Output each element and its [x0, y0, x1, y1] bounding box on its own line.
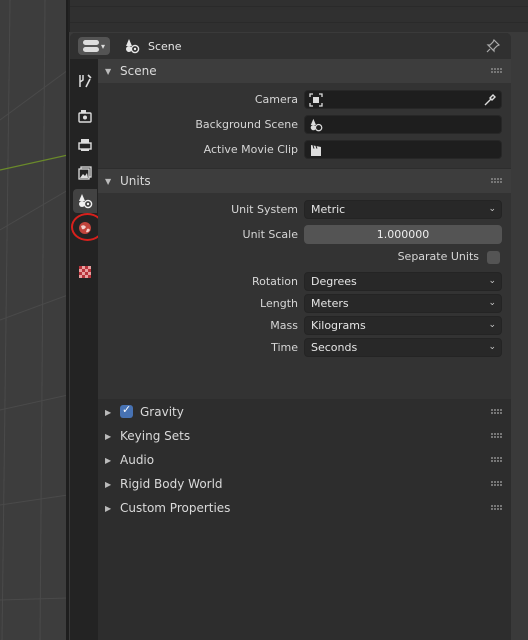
- chevron-down-icon: ⌄: [488, 342, 496, 352]
- scene-icon: [79, 194, 93, 209]
- properties-tabs: [70, 59, 104, 640]
- drag-grip-icon[interactable]: [491, 68, 503, 74]
- length-value: Meters: [311, 297, 349, 310]
- drag-grip-icon[interactable]: [491, 433, 503, 439]
- texture-icon: [79, 266, 91, 278]
- view-layer-icon: [78, 166, 92, 180]
- area-separator[interactable]: [66, 0, 69, 640]
- camera-object-icon: [309, 92, 323, 107]
- tab-view-layer[interactable]: [73, 161, 97, 185]
- tool-icon: [79, 74, 92, 88]
- units-panel-title: Units: [120, 174, 151, 188]
- drag-grip-icon[interactable]: [491, 178, 503, 184]
- gravity-checkbox[interactable]: [120, 403, 133, 418]
- scene-panel-header[interactable]: ▼ Scene: [98, 59, 511, 83]
- mass-dropdown[interactable]: Kilograms ⌄: [304, 316, 502, 335]
- top-area: [68, 0, 528, 32]
- units-panel-header[interactable]: ▼ Units: [98, 169, 511, 193]
- drag-grip-icon[interactable]: [491, 481, 503, 487]
- active-movie-clip-label: Active Movie Clip: [203, 143, 298, 156]
- background-scene-field[interactable]: [304, 115, 502, 134]
- expanded-triangle-icon: ▼: [105, 176, 112, 186]
- right-area-edge: [511, 32, 528, 640]
- pin-icon[interactable]: [485, 38, 501, 54]
- mass-value: Kilograms: [311, 319, 366, 332]
- editor-type-button[interactable]: ▾: [78, 37, 110, 55]
- rotation-label: Rotation: [251, 275, 298, 288]
- chevron-down-icon: ⌄: [488, 276, 496, 286]
- collapsed-triangle-icon: ▶: [105, 479, 112, 489]
- keying-sets-panel-header[interactable]: ▶ Keying Sets: [98, 424, 511, 448]
- 3d-viewport[interactable]: [0, 0, 68, 640]
- tab-output[interactable]: [73, 133, 97, 157]
- properties-editor-icon: [82, 40, 99, 52]
- gravity-panel-title: Gravity: [140, 405, 184, 419]
- chevron-down-icon: ▾: [100, 41, 105, 51]
- audio-panel-title: Audio: [120, 453, 155, 467]
- unit-scale-field[interactable]: 1.000000: [304, 225, 502, 244]
- separate-units-label: Separate Units: [397, 250, 479, 263]
- rotation-dropdown[interactable]: Degrees ⌄: [304, 272, 502, 291]
- rigid-body-world-panel-title: Rigid Body World: [120, 477, 223, 491]
- eyedropper-icon[interactable]: [483, 93, 497, 107]
- gravity-panel-header[interactable]: ▶ Gravity: [98, 400, 511, 424]
- context-label: Scene: [148, 39, 182, 53]
- drag-grip-icon[interactable]: [491, 505, 503, 511]
- time-dropdown[interactable]: Seconds ⌄: [304, 338, 502, 357]
- output-icon: [78, 139, 92, 151]
- active-movie-clip-field[interactable]: [304, 140, 502, 159]
- unit-system-value: Metric: [311, 203, 346, 216]
- drag-grip-icon[interactable]: [491, 409, 503, 415]
- scene-panel-title: Scene: [120, 64, 157, 78]
- audio-panel-header[interactable]: ▶ Audio: [98, 448, 511, 472]
- tab-render[interactable]: [73, 104, 97, 128]
- viewport-grid: [0, 0, 68, 640]
- drag-grip-icon[interactable]: [491, 457, 503, 463]
- tab-scene[interactable]: [73, 189, 97, 213]
- tab-world[interactable]: [73, 216, 97, 240]
- chevron-down-icon: ⌄: [488, 204, 496, 214]
- time-value: Seconds: [311, 341, 358, 354]
- collapsed-triangle-icon: ▶: [105, 407, 112, 417]
- separate-units-checkbox[interactable]: [487, 251, 500, 264]
- scene-panel-body: Camera Background Scene Active Movie Cli…: [98, 83, 511, 168]
- background-scene-label: Background Scene: [195, 118, 298, 131]
- unit-scale-label: Unit Scale: [242, 228, 298, 241]
- length-label: Length: [260, 297, 298, 310]
- scene-icon: [126, 39, 140, 54]
- mass-label: Mass: [270, 319, 298, 332]
- world-icon: [79, 222, 91, 234]
- custom-properties-panel-title: Custom Properties: [120, 501, 231, 515]
- context-breadcrumb: Scene: [124, 38, 182, 54]
- chevron-down-icon: ⌄: [488, 320, 496, 330]
- unit-system-dropdown[interactable]: Metric ⌄: [304, 200, 502, 219]
- length-dropdown[interactable]: Meters ⌄: [304, 294, 502, 313]
- units-panel-body: Unit System Metric ⌄ Unit Scale 1.000000…: [98, 193, 511, 399]
- rigid-body-world-panel-header[interactable]: ▶ Rigid Body World: [98, 472, 511, 496]
- scene-icon: [310, 118, 323, 131]
- chevron-down-icon: ⌄: [488, 298, 496, 308]
- camera-field[interactable]: [304, 90, 502, 109]
- properties-content: ▼ Scene Camera Background Scene Active M…: [98, 59, 511, 640]
- unit-system-label: Unit System: [231, 203, 298, 216]
- rotation-value: Degrees: [311, 275, 357, 288]
- collapsed-triangle-icon: ▶: [105, 503, 112, 513]
- keying-sets-panel-title: Keying Sets: [120, 429, 191, 443]
- tab-texture[interactable]: [73, 260, 97, 284]
- collapsed-triangle-icon: ▶: [105, 431, 112, 441]
- movie-clip-icon: [311, 144, 321, 156]
- properties-editor: ▾ Scene ▼ Scene Camera Background Scene …: [70, 33, 511, 640]
- tab-tool[interactable]: [73, 69, 97, 93]
- custom-properties-panel-header[interactable]: ▶ Custom Properties: [98, 496, 511, 520]
- properties-header: ▾ Scene: [70, 33, 511, 59]
- unit-scale-value: 1.000000: [376, 228, 430, 241]
- camera-label: Camera: [254, 93, 298, 106]
- render-icon: [78, 110, 92, 123]
- expanded-triangle-icon: ▼: [105, 66, 112, 76]
- collapsed-triangle-icon: ▶: [105, 455, 112, 465]
- time-label: Time: [271, 341, 298, 354]
